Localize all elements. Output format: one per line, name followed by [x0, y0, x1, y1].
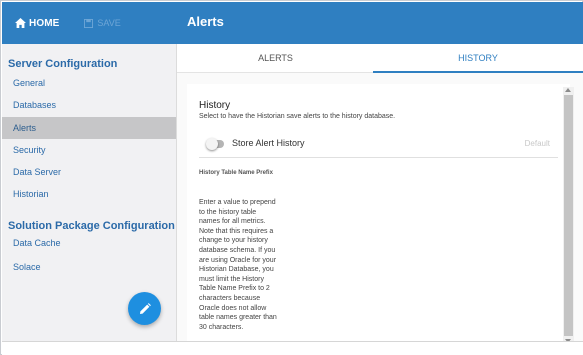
page-title: Alerts [187, 14, 224, 29]
toggle-knob [206, 138, 218, 150]
home-button[interactable]: HOME [15, 18, 59, 29]
store-alert-history-label: Store Alert History [232, 138, 305, 148]
home-button-label: HOME [29, 17, 60, 29]
top-bar: HOME SAVE Alerts [2, 2, 583, 44]
sidebar-item-data-cache[interactable]: Data Cache [2, 232, 176, 254]
tab-alerts[interactable]: ALERTS [177, 44, 374, 73]
sidebar-section-solution-package-configuration: Solution Package Configuration [8, 220, 175, 232]
edit-fab-button[interactable] [128, 292, 161, 325]
store-alert-history-row: Store Alert History Default [199, 134, 558, 158]
sidebar: Server Configuration General Databases A… [2, 44, 177, 341]
save-button[interactable]: SAVE [84, 18, 121, 28]
store-alert-history-toggle[interactable] [206, 138, 224, 150]
app-frame: HOME SAVE Alerts Server Configuration Ge… [0, 0, 583, 355]
scroll-up-arrow-icon[interactable] [565, 88, 571, 92]
tab-bar: ALERTS HISTORY [177, 44, 583, 73]
history-title: History [199, 100, 231, 111]
sidebar-item-general[interactable]: General [2, 72, 176, 94]
sidebar-section-server-configuration: Server Configuration [8, 58, 118, 70]
main-panel: ALERTS HISTORY History Select to have th… [177, 44, 583, 341]
default-button[interactable]: Default [525, 139, 550, 148]
sidebar-item-alerts[interactable]: Alerts [2, 117, 176, 139]
sidebar-item-databases[interactable]: Databases [2, 94, 176, 116]
home-icon [15, 18, 26, 28]
scrollbar-thumb[interactable] [564, 95, 573, 336]
sidebar-item-data-server[interactable]: Data Server [2, 161, 176, 183]
history-table-prefix-help: Enter a value to prepend to the history … [199, 199, 277, 331]
history-card: History Select to have the Historian sav… [187, 84, 570, 341]
sidebar-item-security[interactable]: Security [2, 139, 176, 161]
sidebar-item-solace[interactable]: Solace [2, 256, 176, 278]
pencil-icon [139, 302, 151, 314]
history-table-prefix-label: History Table Name Prefix [199, 170, 273, 176]
save-button-label: SAVE [97, 18, 121, 28]
vertical-scrollbar[interactable] [563, 87, 574, 344]
tab-history[interactable]: HISTORY [373, 44, 583, 73]
top-bar-actions: HOME SAVE [2, 2, 177, 44]
bottom-strip [2, 341, 583, 355]
history-description: Select to have the Historian save alerts… [199, 113, 396, 120]
sidebar-item-historian[interactable]: Historian [2, 183, 176, 205]
save-icon [84, 18, 94, 28]
